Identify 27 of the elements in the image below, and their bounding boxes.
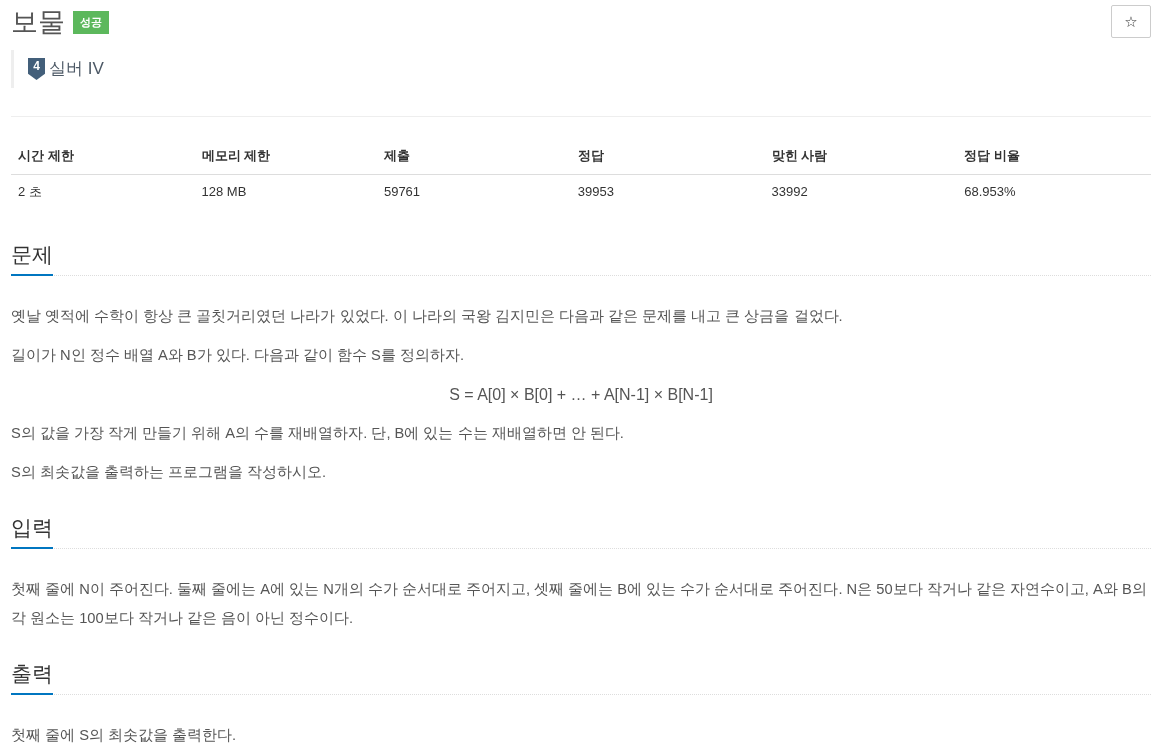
tier-name: 실버 IV	[49, 58, 104, 81]
section-heading: 문제	[11, 241, 53, 276]
problem-title: 보물	[11, 6, 65, 39]
column-header: 메모리 제한	[194, 137, 377, 174]
column-header: 제출	[376, 137, 571, 174]
paragraph-text: 옛날 옛적에 수학이 항상 큰 골칫거리였던 나라가 있었다. 이 나라의 국왕 김지민은 다음과 같은 문제를 내고 큰 상금을 걸었다.	[11, 307, 844, 326]
table-cell: 39953	[570, 174, 765, 210]
table-cell: 68.953%	[957, 174, 1151, 210]
paragraph-text: 첫째 줄에 S의 최솟값을 출력한다.	[11, 726, 238, 745]
table-cell: 128 MB	[194, 174, 377, 210]
column-header: 맞힌 사람	[764, 137, 958, 174]
formula-text: S = A[0] × B[0] + … + A[N-1] × B[N-1]	[448, 385, 714, 405]
column-header: 정답 비율	[957, 137, 1151, 174]
table-cell: 33992	[764, 174, 958, 210]
paragraph-text: 길이가 N인 정수 배열 A와 B가 있다. 다음과 같이 함수 S를 정의하자.	[11, 346, 466, 365]
star-button[interactable]: ☆	[1111, 5, 1151, 38]
section-heading: 입력	[11, 514, 53, 549]
table-cell: 59761	[376, 174, 571, 210]
column-header: 정답	[570, 137, 765, 174]
table-cell: 2 초	[11, 174, 195, 210]
column-header: 시간 제한	[11, 137, 195, 174]
status-badge: 성공	[73, 10, 109, 34]
section-heading: 출력	[11, 660, 53, 695]
paragraph-text: S의 값을 가장 작게 만들기 위해 A의 수를 재배열하자. 단, B에 있는 수는 재배열하면 안 된다.	[11, 424, 625, 443]
paragraph-text: S의 최솟값을 출력하는 프로그램을 작성하시오.	[11, 463, 328, 482]
paragraph-text: 첫째 줄에 N이 주어진다. 둘째 줄에는 A에 있는 N개의 수가 순서대로 주어지고, 셋째 줄에는 B에 있는 수가 순서대로 주어진다. N은 50보다 작거나 같은 자연수이고, A와 B의 각 원소는 100보다 작거나 같은 음이 아닌 정수이다.	[11, 580, 1148, 628]
tier-badge: 4	[28, 58, 45, 80]
